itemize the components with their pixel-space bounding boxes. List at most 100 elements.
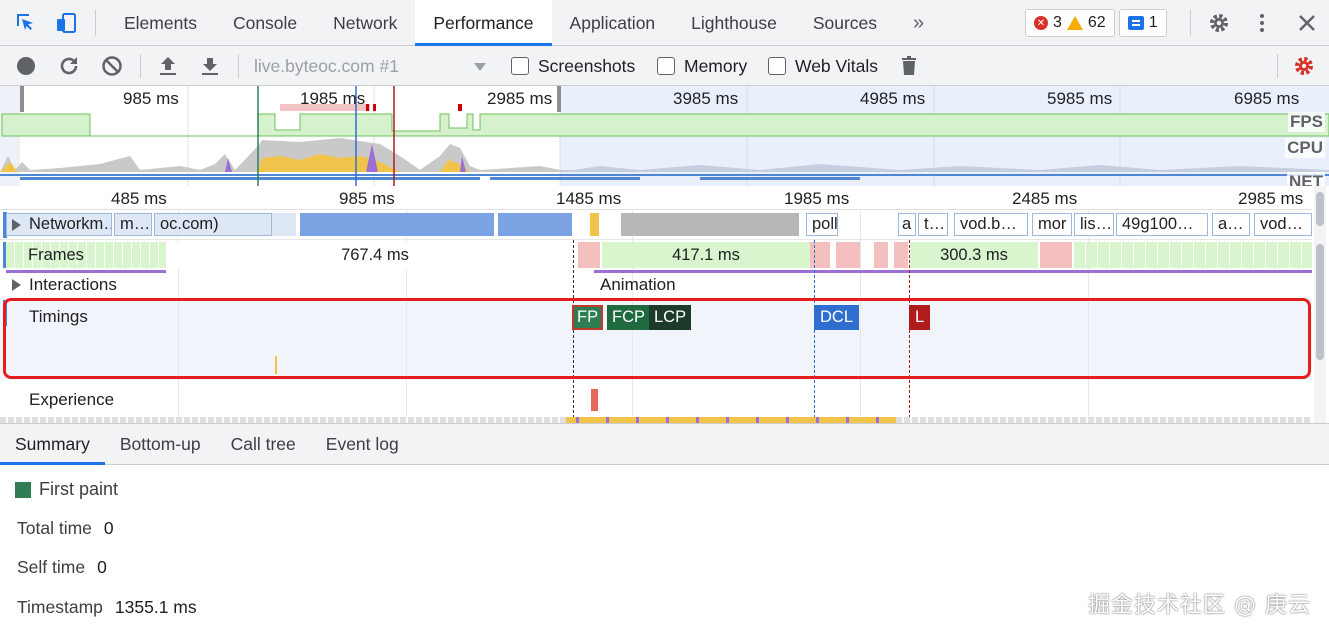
scrollbar-thumb[interactable] [1316,244,1324,360]
net-request[interactable]: vod.b… [954,213,1028,236]
net-request-bar[interactable] [498,213,572,236]
scrollbar-thumb[interactable] [1316,192,1324,226]
tab-event-log[interactable]: Event log [311,424,414,465]
trash-icon[interactable] [897,54,921,78]
grid-line [178,298,179,380]
profile-select-value: live.byteoc.com #1 [254,56,399,76]
more-tabs-button[interactable]: » [895,0,942,46]
timing-load[interactable]: L [909,305,931,330]
checkbox-box[interactable] [511,57,529,75]
timeline-overview[interactable]: 985 ms 1985 ms 2985 ms 3985 ms 4985 ms 5… [0,86,1329,186]
frame[interactable]: 300.3 ms [910,242,1038,268]
fps-label: FPS [1287,112,1325,132]
device-toolbar-icon[interactable] [55,11,79,35]
layout-shift-marker[interactable] [591,389,598,411]
reload-record-icon[interactable] [57,54,81,78]
memory-checkbox[interactable]: Memory [657,55,747,77]
net-request[interactable]: lis… [1074,213,1114,236]
net-request[interactable]: mor [1032,213,1072,236]
timeline-ruler: 485 ms 985 ms 1485 ms 1985 ms 2485 ms 29… [0,186,1312,210]
summary-row-total-time: Total time 0 [17,518,114,539]
error-icon: ✕ [1034,16,1048,30]
tab-network[interactable]: Network [315,0,415,46]
upload-profile-icon[interactable] [156,54,180,78]
errors-warnings-counter[interactable]: ✕ 3 62 [1025,9,1115,37]
tab-summary[interactable]: Summary [0,424,105,465]
network-track-label: Network [29,215,90,233]
tab-console[interactable]: Console [215,0,315,46]
expand-triangle-icon[interactable] [12,219,21,231]
tracks-scrollbar[interactable] [1314,186,1326,423]
category-swatch [15,481,31,498]
panel-tabs: Elements Console Network Performance App… [106,0,942,46]
checkbox-box[interactable] [768,57,786,75]
timeline-tracks[interactable]: Networkm… m… oc.com) poll a t… vod.b… mo… [0,210,1312,423]
summary-row-self-time: Self time 0 [17,557,107,578]
interactions-track-label[interactable]: Interactions [29,275,117,295]
dropped-frame[interactable] [836,242,860,268]
checkbox-box[interactable] [657,57,675,75]
timing-lcp[interactable]: LCP [649,305,692,330]
record-icon[interactable] [14,54,38,78]
frames-track-header[interactable]: Frames [6,242,166,268]
download-profile-icon[interactable] [198,54,222,78]
net-request-bar[interactable] [300,213,494,236]
web-vitals-checkbox[interactable]: Web Vitals [768,55,878,77]
clear-icon[interactable] [100,54,124,78]
net-request-bar[interactable] [272,213,296,236]
net-request-bar[interactable] [621,213,799,236]
timing-dcl[interactable]: DCL [814,305,860,330]
ruler-tick: 1985 ms [784,189,850,208]
performance-toolbar: live.byteoc.com #1 Screenshots Memory We… [0,46,1329,86]
net-request[interactable]: m… [114,213,152,236]
tab-performance[interactable]: Performance [415,0,552,46]
timing-fp[interactable]: FP [572,305,604,330]
overview-tick: 985 ms [123,89,179,108]
messages-counter[interactable]: 1 [1118,9,1167,37]
ruler-tick: 2485 ms [1012,189,1078,208]
dropped-frame[interactable] [578,242,600,268]
issue-counters[interactable]: ✕ 3 62 1 [1025,9,1167,37]
message-count: 1 [1148,14,1158,31]
tab-application[interactable]: Application [552,0,674,46]
dropped-frame[interactable] [1040,242,1072,268]
net-request[interactable]: a… [1212,213,1250,236]
net-request[interactable]: t… [918,213,948,236]
profile-select[interactable]: live.byteoc.com #1 [244,50,494,82]
net-request-bar[interactable] [590,213,599,236]
tab-call-tree[interactable]: Call tree [216,424,311,465]
summary-row-timestamp: Timestamp 1355.1 ms [17,597,197,618]
capture-settings-gear-icon[interactable] [1292,54,1316,78]
experience-track-label[interactable]: Experience [29,390,114,410]
tab-bottom-up[interactable]: Bottom-up [105,424,216,465]
tab-lighthouse[interactable]: Lighthouse [673,0,795,46]
settings-gear-icon[interactable] [1207,11,1231,35]
net-request[interactable]: a [898,213,916,236]
dropped-frame[interactable] [874,242,888,268]
frame[interactable] [1074,242,1312,268]
frame[interactable]: 417.1 ms [602,242,810,268]
frame[interactable]: 767.4 ms [178,242,572,268]
net-request[interactable]: 49g100… [1116,213,1208,236]
dropped-frame[interactable] [810,242,830,268]
net-request[interactable]: oc.com) [154,213,272,236]
summary-row-label: Self time [17,557,86,577]
dropped-frame[interactable] [894,242,908,268]
network-track[interactable]: Networkm… m… oc.com) poll a t… vod.b… mo… [0,210,1312,240]
more-options-icon[interactable] [1250,11,1274,35]
separator [1190,10,1191,36]
expand-triangle-icon[interactable] [12,279,21,291]
net-request[interactable]: vod… [1254,213,1312,236]
summary-row-value: 1355.1 ms [114,597,197,617]
timing-marker [275,356,277,374]
grid-line [860,298,861,380]
screenshots-checkbox[interactable]: Screenshots [511,55,635,77]
tab-elements[interactable]: Elements [106,0,215,46]
tab-sources[interactable]: Sources [795,0,895,46]
inspect-element-icon[interactable] [14,11,38,35]
close-icon[interactable] [1295,11,1319,35]
net-request[interactable]: poll [806,213,838,236]
grid-line [406,298,407,380]
timing-fcp[interactable]: FCP [607,305,650,330]
timings-track-label[interactable]: Timings [29,307,88,327]
